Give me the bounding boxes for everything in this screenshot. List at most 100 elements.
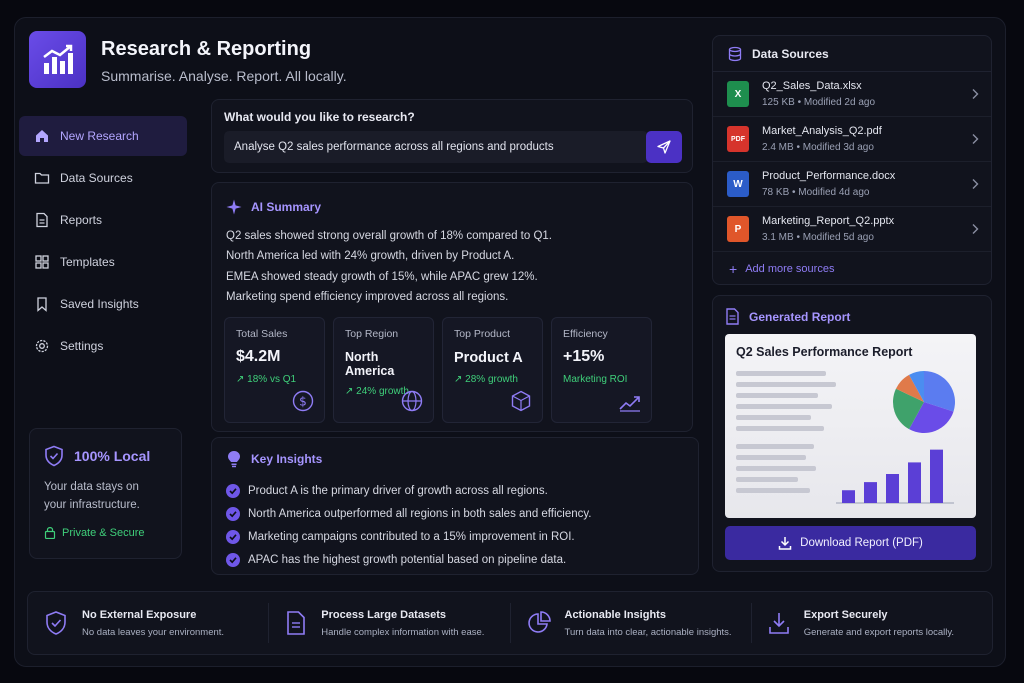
sidebar-item-settings[interactable]: Settings [19, 326, 187, 366]
local-title: 100% Local [74, 448, 151, 464]
file-meta: 3.1 MB • Modified 5d ago [762, 232, 874, 243]
report-bar-chart [836, 449, 954, 504]
send-icon [657, 140, 671, 154]
summary-line: Marketing spend efficiency improved acro… [226, 290, 509, 303]
lock-icon [44, 527, 56, 539]
report-preview[interactable]: Q2 Sales Performance Report [725, 334, 976, 518]
svg-text:$: $ [299, 395, 307, 409]
data-sources-card: Data Sources X Q2_Sales_Data.xlsx 125 KB… [712, 35, 992, 285]
file-row[interactable]: W Product_Performance.docx 78 KB • Modif… [713, 162, 991, 207]
sidebar-item-label: Saved Insights [60, 297, 139, 311]
metric-change: ↗ 18% vs Q1 [236, 374, 297, 385]
check-icon [226, 529, 240, 544]
local-description: Your data stays on your infrastructure. [44, 481, 140, 511]
send-button[interactable] [646, 131, 682, 163]
sidebar-item-saved-insights[interactable]: Saved Insights [19, 284, 187, 324]
metric-value: North America [345, 350, 395, 378]
metric-card: Top Region North America ↗ 24% growth [333, 317, 434, 423]
report-preview-title: Q2 Sales Performance Report [736, 345, 913, 359]
sidebar-item-templates[interactable]: Templates [19, 242, 187, 282]
secure-label: Private & Secure [62, 526, 145, 539]
metric-change: ↗ 28% growth [454, 374, 518, 385]
sidebar-item-reports[interactable]: Reports [19, 200, 187, 240]
chevron-right-icon [972, 89, 979, 99]
sidebar-item-label: Reports [60, 213, 103, 227]
feature-title: Actionable Insights [564, 608, 666, 621]
check-icon [226, 506, 240, 521]
file-row[interactable]: X Q2_Sales_Data.xlsx 125 KB • Modified 2… [713, 72, 991, 117]
insight-text: Product A is the primary driver of growt… [248, 484, 548, 497]
feature-item: Export Securely Generate and export repo… [752, 603, 992, 643]
summary-line: Q2 sales showed strong overall growth of… [226, 230, 553, 242]
research-label: What would you like to research? [224, 110, 415, 124]
feature-item: Process Large Datasets Handle complex in… [269, 603, 511, 643]
file-icon [287, 611, 306, 635]
list-item: North America outperformed all regions i… [226, 502, 684, 525]
local-info-card: 100% Local Your data stays on your infra… [29, 428, 182, 559]
chart-bar [864, 482, 877, 503]
cube-icon [510, 390, 532, 412]
section-title: Generated Report [749, 309, 851, 324]
folder-icon [33, 169, 51, 187]
metric-value: +15% [563, 348, 605, 365]
plus-icon: + [729, 261, 738, 277]
key-insights-card: Key Insights Product A is the primary dr… [211, 437, 699, 575]
powerpoint-file-icon: P [727, 216, 749, 242]
sparkle-icon [226, 199, 242, 215]
file-meta: 78 KB • Modified 4d ago [762, 187, 870, 198]
grid-icon [33, 253, 51, 271]
chevron-right-icon [972, 134, 979, 144]
insight-text: North America outperformed all regions i… [248, 507, 592, 520]
dollar-icon: $ [292, 390, 314, 412]
report-pie-chart [893, 371, 955, 433]
gear-icon [33, 337, 51, 355]
shield-check-icon [45, 445, 63, 467]
insight-text: APAC has the highest growth potential ba… [248, 553, 567, 566]
section-title: AI Summary [251, 200, 322, 214]
excel-file-icon: X [727, 81, 749, 107]
feature-text: Turn data into clear, actionable insight… [564, 626, 732, 638]
file-row[interactable]: P Marketing_Report_Q2.pptx 3.1 MB • Modi… [713, 207, 991, 252]
feature-text: No data leaves your environment. [82, 626, 225, 638]
features-bar: No External Exposure No data leaves your… [27, 591, 993, 655]
feature-text: Handle complex information with ease. [321, 626, 485, 638]
sources-title: Data Sources [752, 46, 829, 61]
sidebar-item-label: Data Sources [60, 171, 133, 185]
chart-bar [842, 490, 855, 503]
check-icon [226, 552, 240, 567]
metric-card: Total Sales $4.2M ↗ 18% vs Q1 $ [224, 317, 325, 423]
generated-report-card: Generated Report Q2 Sales Performance Re… [712, 295, 992, 572]
research-input[interactable] [224, 131, 648, 163]
chevron-right-icon [972, 224, 979, 234]
pdf-file-icon: PDF [727, 126, 749, 152]
pie-chart-icon [527, 611, 551, 633]
sidebar-item-label: New Research [60, 129, 139, 143]
home-icon [33, 127, 51, 145]
file-name: Q2_Sales_Data.xlsx [762, 80, 862, 92]
database-icon [728, 46, 742, 61]
feature-title: Process Large Datasets [321, 608, 446, 621]
feature-text: Generate and export reports locally. [803, 626, 955, 638]
app-logo [29, 31, 86, 88]
add-sources-button[interactable]: + Add more sources [713, 252, 991, 286]
download-report-button[interactable]: Download Report (PDF) [725, 526, 976, 560]
metric-change: Marketing ROI [563, 374, 628, 385]
sidebar-item-new-research[interactable]: New Research [19, 116, 187, 156]
globe-icon [401, 390, 423, 412]
summary-line: North America led with 24% growth, drive… [226, 250, 515, 263]
chart-bar [930, 449, 943, 503]
list-item: Marketing campaigns contributed to a 15%… [226, 525, 684, 548]
metric-label: Top Product [454, 328, 511, 340]
insight-text: Marketing campaigns contributed to a 15%… [248, 530, 575, 543]
ai-summary-card: AI Summary Q2 sales showed strong overal… [211, 182, 693, 432]
feature-item: Actionable Insights Turn data into clear… [511, 603, 752, 643]
file-name: Market_Analysis_Q2.pdf [762, 125, 882, 137]
metric-label: Total Sales [236, 328, 288, 340]
lightbulb-icon [228, 451, 240, 468]
app-subtitle: Summarise. Analyse. Report. All locally. [101, 68, 347, 84]
section-title: Key Insights [251, 452, 323, 466]
sidebar-item-label: Settings [60, 339, 104, 353]
metrics-row: Total Sales $4.2M ↗ 18% vs Q1 $ Top Regi… [224, 317, 652, 423]
sidebar-item-data-sources[interactable]: Data Sources [19, 158, 187, 198]
file-row[interactable]: PDF Market_Analysis_Q2.pdf 2.4 MB • Modi… [713, 117, 991, 162]
